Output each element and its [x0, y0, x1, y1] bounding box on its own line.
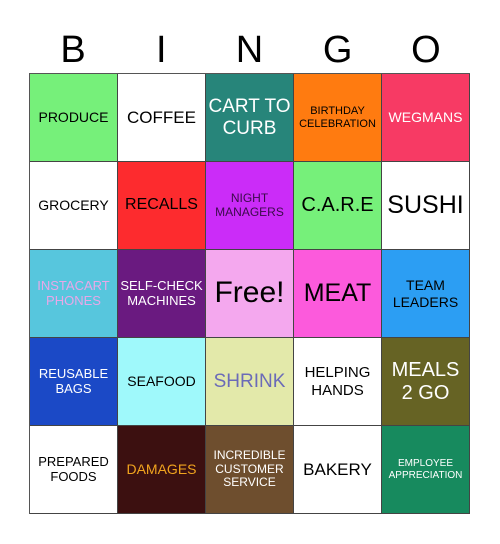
header-letter-i: I	[156, 29, 167, 71]
bingo-cell-cart-to-curb[interactable]: CART TO CURB	[206, 74, 294, 162]
bingo-header: B I N G O	[29, 28, 470, 73]
bingo-cell-shrink[interactable]: SHRINK	[206, 338, 294, 426]
bingo-cell-wegmans[interactable]: WEGMANS	[382, 74, 470, 162]
bingo-cell-seafood[interactable]: SEAFOOD	[118, 338, 206, 426]
bingo-cell-employee-appreciation[interactable]: EMPLOYEE APPRECIATION	[382, 426, 470, 514]
bingo-cell-coffee[interactable]: COFFEE	[118, 74, 206, 162]
bingo-cell-damages[interactable]: DAMAGES	[118, 426, 206, 514]
bingo-cell-bakery[interactable]: BAKERY	[294, 426, 382, 514]
bingo-cell-c-a-r-e[interactable]: C.A.R.E	[294, 162, 382, 250]
header-letter-o: O	[411, 29, 441, 71]
header-letter-g: G	[322, 29, 353, 71]
bingo-cell-night-managers[interactable]: NIGHT MANAGERS	[206, 162, 294, 250]
bingo-cell-birthday-celebration[interactable]: BIRTHDAY CELEBRATION	[294, 74, 382, 162]
bingo-cell-prepared-foods[interactable]: PREPARED FOODS	[30, 426, 118, 514]
bingo-cell-grocery[interactable]: GROCERY	[30, 162, 118, 250]
header-letter-n: N	[235, 29, 264, 71]
bingo-cell-helping-hands[interactable]: HELPING HANDS	[294, 338, 382, 426]
bingo-cell-sushi[interactable]: SUSHI	[382, 162, 470, 250]
bingo-cell-self-check-machines[interactable]: SELF-CHECK MACHINES	[118, 250, 206, 338]
bingo-cell-instacart-phones[interactable]: INSTACART PHONES	[30, 250, 118, 338]
bingo-cell-team-leaders[interactable]: TEAM LEADERS	[382, 250, 470, 338]
bingo-cell-recalls[interactable]: RECALLS	[118, 162, 206, 250]
bingo-cell-meat[interactable]: MEAT	[294, 250, 382, 338]
bingo-cell-reusable-bags[interactable]: REUSABLE BAGS	[30, 338, 118, 426]
free-space-cell[interactable]: Free!	[206, 250, 294, 338]
bingo-cell-incredible-customer-service[interactable]: INCREDIBLE CUSTOMER SERVICE	[206, 426, 294, 514]
bingo-grid: PRODUCE COFFEE CART TO CURB BIRTHDAY CELEBR…	[29, 73, 470, 514]
header-letter-b: B	[60, 29, 86, 71]
bingo-cell-produce[interactable]: PRODUCE	[30, 74, 118, 162]
bingo-cell-meals-2-go[interactable]: MEALS 2 GO	[382, 338, 470, 426]
